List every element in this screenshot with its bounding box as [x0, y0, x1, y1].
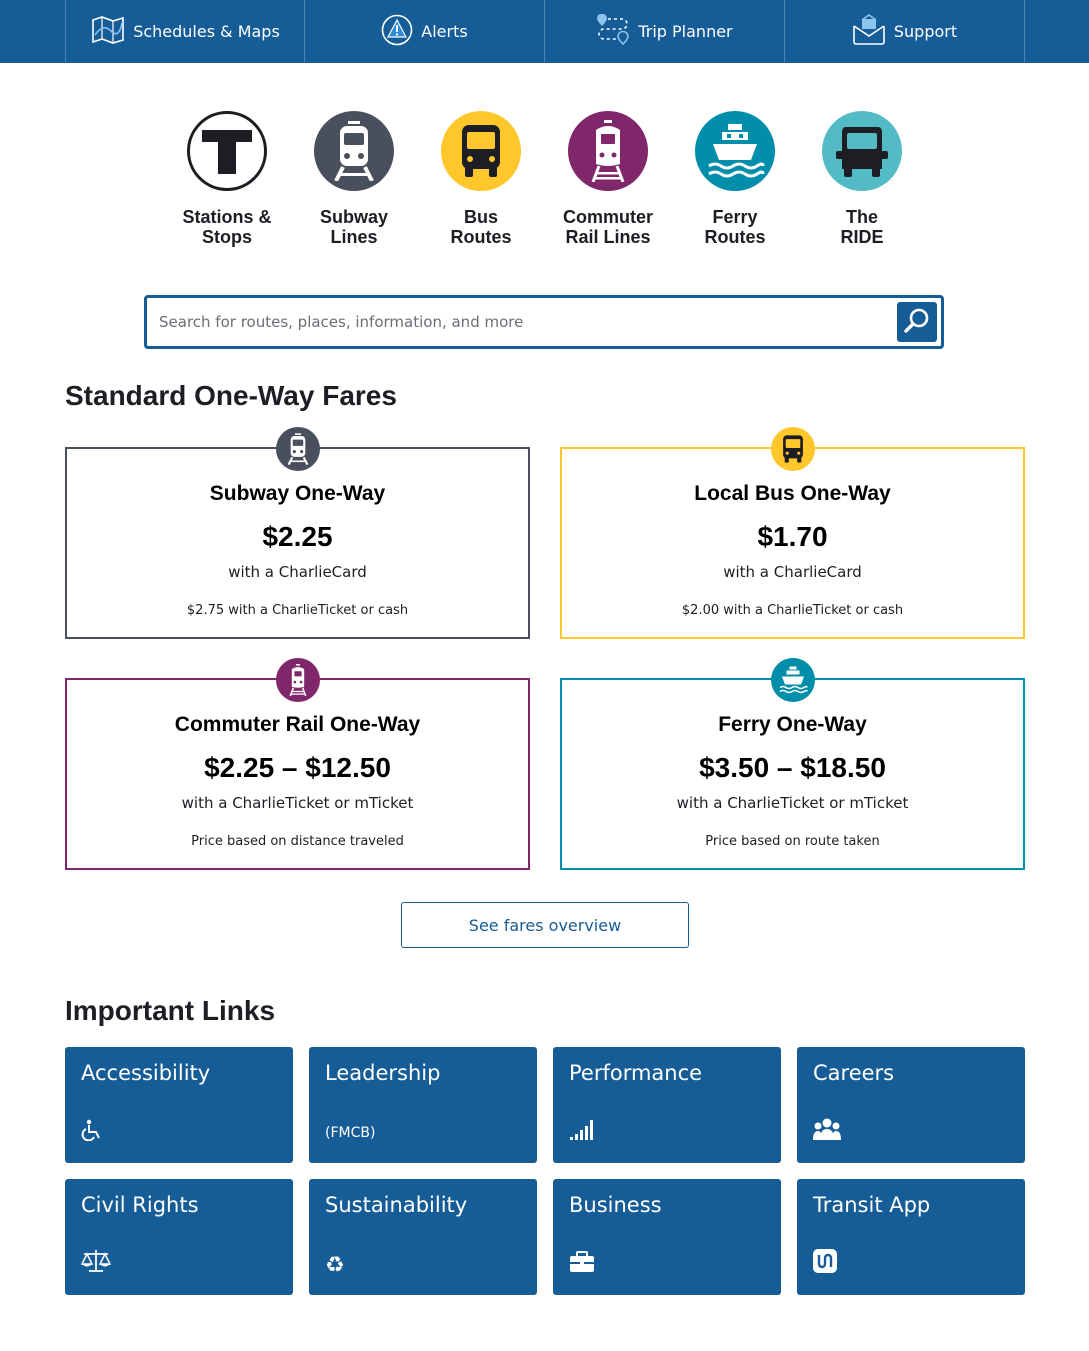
fares-heading: Standard One-Way Fares: [65, 380, 397, 411]
link-tile-business[interactable]: Business: [553, 1179, 781, 1295]
support-envelope-icon: [852, 13, 894, 50]
nav-label: Alerts: [421, 22, 468, 41]
fare-note: Price based on distance traveled: [191, 834, 404, 849]
ferry-icon: [770, 658, 815, 702]
mode-bus-routes[interactable]: Bus Routes: [421, 111, 541, 247]
ride-van-icon: [822, 111, 902, 191]
mode-label-line2: Routes: [704, 227, 766, 247]
fare-note: Price based on route taken: [705, 834, 880, 849]
transit-app-icon: [813, 1249, 837, 1277]
fare-note: $2.75 with a CharlieTicket or cash: [186, 603, 409, 618]
tile-title: Careers: [813, 1061, 895, 1085]
link-tile-careers[interactable]: Careers: [797, 1047, 1025, 1163]
fare-note: $2.00 with a CharlieTicket or cash: [681, 603, 904, 618]
tile-title: Civil Rights: [81, 1193, 199, 1217]
mode-label-line1: Bus: [463, 207, 498, 227]
mode-label-line2: Stops: [201, 227, 252, 247]
briefcase-icon: [569, 1251, 595, 1277]
fare-price: $2.25 – $12.50: [204, 752, 391, 783]
nav-label: Trip Planner: [638, 22, 733, 41]
fare-card-subway: Subway One-Way $2.25 with a CharlieCard …: [65, 427, 530, 639]
tile-title: Leadership: [325, 1061, 441, 1085]
subway-icon: [275, 427, 320, 471]
people-group-icon: [813, 1117, 841, 1145]
nav-schedules-maps[interactable]: Schedules & Maps: [65, 0, 305, 63]
nav-divider: [1024, 0, 1025, 63]
mode-stations-stops[interactable]: Stations & Stops: [167, 111, 287, 247]
bus-icon: [770, 427, 815, 471]
mode-ferry-routes[interactable]: Ferry Routes: [675, 111, 795, 247]
mode-the-ride[interactable]: The RIDE: [802, 111, 922, 247]
fare-card-ferry: Ferry One-Way $3.50 – $18.50 with a Char…: [560, 658, 1025, 870]
fare-title: Local Bus One-Way: [694, 482, 891, 505]
tile-title: Sustainability: [325, 1193, 468, 1217]
mode-label-line1: Stations &: [182, 207, 272, 227]
mode-commuter-rail-lines[interactable]: Commuter Rail Lines: [548, 111, 668, 247]
wheelchair-icon: [81, 1119, 103, 1145]
nav-label: Support: [893, 22, 958, 41]
fare-title: Ferry One-Way: [718, 713, 867, 736]
fare-card-commuter-rail: Commuter Rail One-Way $2.25 – $12.50 wit…: [65, 658, 530, 870]
commuter-rail-icon: [275, 658, 320, 702]
alert-icon: [381, 14, 421, 50]
ferry-icon: [695, 111, 775, 191]
fare-payment: with a CharlieCard: [723, 563, 862, 581]
nav-alerts[interactable]: Alerts: [304, 0, 544, 63]
fare-price: $1.70: [757, 521, 828, 552]
t-logo-icon: [187, 111, 267, 191]
fare-price: $3.50 – $18.50: [699, 752, 886, 783]
bus-icon: [441, 111, 521, 191]
signal-bars-icon: [569, 1119, 595, 1145]
fare-payment: with a CharlieCard: [228, 563, 367, 581]
link-tile-leadership[interactable]: Leadership (FMCB): [309, 1047, 537, 1163]
mode-label-line2: RIDE: [840, 227, 884, 247]
tile-title: Business: [569, 1193, 662, 1217]
search-icon: [903, 306, 931, 338]
link-tile-transit-app[interactable]: Transit App: [797, 1179, 1025, 1295]
search-bar: [144, 295, 944, 349]
fare-payment: with a CharlieTicket or mTicket: [676, 794, 909, 812]
fare-title: Commuter Rail One-Way: [174, 713, 421, 736]
balance-scale-icon: [80, 1249, 112, 1277]
link-tile-performance[interactable]: Performance: [553, 1047, 781, 1163]
search-input[interactable]: [159, 307, 889, 337]
tile-subtitle: (FMCB): [325, 1125, 376, 1141]
nav-trip-planner[interactable]: Trip Planner: [544, 0, 784, 63]
mode-label-line1: Subway: [319, 207, 389, 227]
trip-planner-icon: [596, 13, 638, 50]
mode-label-line2: Routes: [450, 227, 512, 247]
map-icon: [91, 15, 133, 49]
mode-label-line2: Lines: [330, 227, 378, 247]
nav-support[interactable]: Support: [784, 0, 1024, 63]
mode-label-line2: Rail Lines: [565, 227, 651, 247]
tile-title: Transit App: [813, 1193, 931, 1217]
commuter-rail-icon: [568, 111, 648, 191]
top-navigation: Schedules & Maps Alerts Trip Planner Sup…: [0, 0, 1089, 63]
fare-payment: with a CharlieTicket or mTicket: [181, 794, 414, 812]
nav-label: Schedules & Maps: [133, 22, 280, 41]
link-tile-accessibility[interactable]: Accessibility: [65, 1047, 293, 1163]
link-tile-civil-rights[interactable]: Civil Rights: [65, 1179, 293, 1295]
mode-label-line1: The: [845, 207, 878, 227]
mode-subway-lines[interactable]: Subway Lines: [294, 111, 414, 247]
tile-title: Performance: [569, 1061, 703, 1085]
search-button[interactable]: [897, 302, 937, 342]
see-fares-overview-button[interactable]: See fares overview: [401, 902, 689, 948]
recycle-icon: ♻: [325, 1253, 345, 1278]
links-heading: Important Links: [65, 995, 276, 1026]
fare-title: Subway One-Way: [209, 482, 386, 505]
fare-price: $2.25: [262, 521, 333, 552]
fare-card-local-bus: Local Bus One-Way $1.70 with a CharlieCa…: [560, 427, 1025, 639]
mode-label-line1: Ferry: [712, 207, 758, 227]
subway-icon: [314, 111, 394, 191]
tile-title: Accessibility: [81, 1061, 211, 1085]
mode-label-line1: Commuter: [562, 207, 653, 227]
link-tile-sustainability[interactable]: Sustainability ♻: [309, 1179, 537, 1295]
